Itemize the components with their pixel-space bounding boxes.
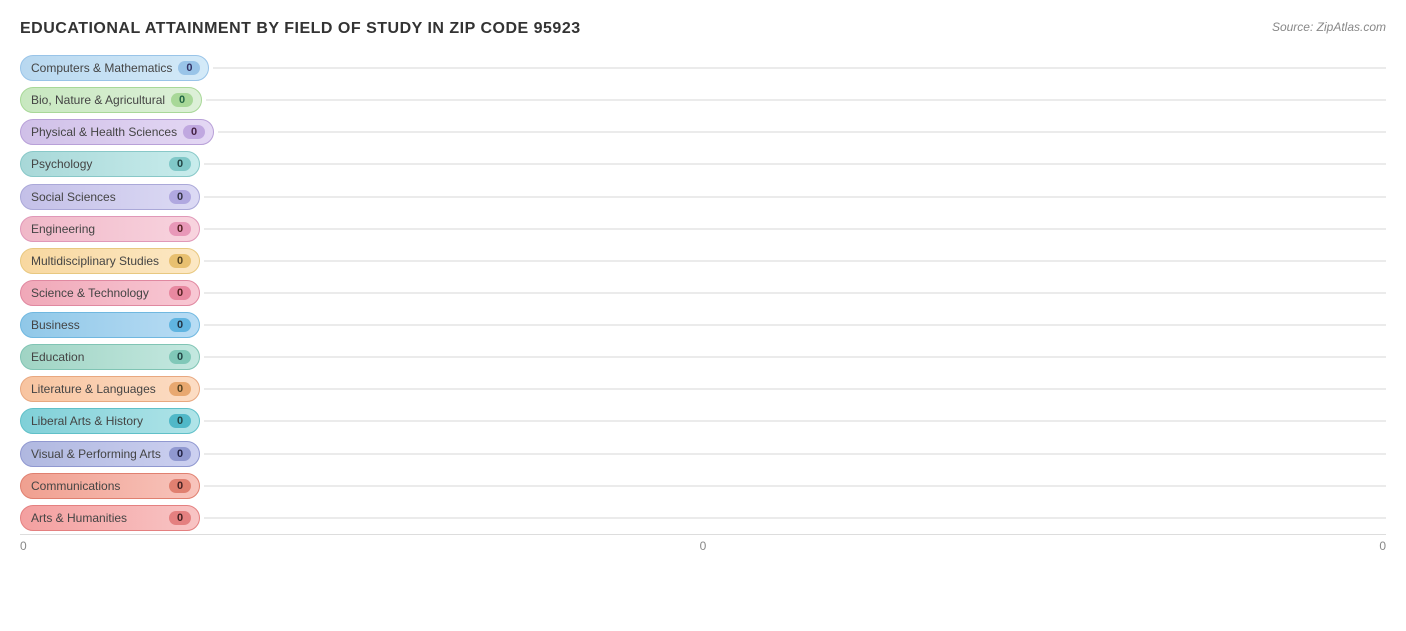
bar-label-text: Psychology: [31, 157, 163, 171]
bar-value-badge: 0: [169, 479, 191, 493]
bar-label-pill: Engineering 0: [20, 216, 200, 242]
bar-label-pill: Communications 0: [20, 473, 200, 499]
bar-line: [204, 260, 1386, 262]
bar-label-text: Computers & Mathematics: [31, 61, 172, 75]
chart-container: EDUCATIONAL ATTAINMENT BY FIELD OF STUDY…: [0, 0, 1406, 631]
bar-value-badge: 0: [169, 318, 191, 332]
bar-value-badge: 0: [169, 190, 191, 204]
bar-label-text: Visual & Performing Arts: [31, 447, 163, 461]
bar-value-badge: 0: [169, 414, 191, 428]
bar-row: Computers & Mathematics 0: [20, 52, 1386, 84]
bar-row: Arts & Humanities 0: [20, 502, 1386, 534]
bar-label-pill: Literature & Languages 0: [20, 376, 200, 402]
bar-value-badge: 0: [169, 447, 191, 461]
bar-label-text: Liberal Arts & History: [31, 414, 163, 428]
bar-label-pill: Business 0: [20, 312, 200, 338]
bar-row: Liberal Arts & History 0: [20, 405, 1386, 437]
bar-row: Multidisciplinary Studies 0: [20, 245, 1386, 277]
bar-value-badge: 0: [183, 125, 205, 139]
bar-value-badge: 0: [171, 93, 193, 107]
bar-line: [204, 324, 1386, 326]
bar-value-badge: 0: [169, 222, 191, 236]
x-axis-row: 0 0 0: [20, 534, 1386, 553]
bar-label-pill: Social Sciences 0: [20, 184, 200, 210]
bar-label-pill: Education 0: [20, 344, 200, 370]
x-axis-label-1: 0: [700, 539, 707, 553]
bar-row: Engineering 0: [20, 213, 1386, 245]
bar-value-badge: 0: [169, 350, 191, 364]
bar-label-text: Literature & Languages: [31, 382, 163, 396]
bar-label-text: Science & Technology: [31, 286, 163, 300]
bar-row: Social Sciences 0: [20, 181, 1386, 213]
bar-label-text: Physical & Health Sciences: [31, 125, 177, 139]
bar-line: [218, 131, 1386, 133]
bar-label-pill: Liberal Arts & History 0: [20, 408, 200, 434]
bar-label-text: Social Sciences: [31, 190, 163, 204]
bar-line: [204, 292, 1386, 294]
bar-line: [204, 163, 1386, 165]
bar-label-pill: Computers & Mathematics 0: [20, 55, 209, 81]
chart-source: Source: ZipAtlas.com: [1272, 20, 1386, 34]
bar-value-badge: 0: [169, 254, 191, 268]
bar-line: [204, 517, 1386, 519]
bar-label-pill: Physical & Health Sciences 0: [20, 119, 214, 145]
bar-label-pill: Science & Technology 0: [20, 280, 200, 306]
chart-body: Computers & Mathematics0Bio, Nature & Ag…: [20, 52, 1386, 553]
bar-value-badge: 0: [169, 382, 191, 396]
bar-label-text: Engineering: [31, 222, 163, 236]
bar-row: Physical & Health Sciences 0: [20, 116, 1386, 148]
bar-label-pill: Arts & Humanities 0: [20, 505, 200, 531]
bar-label-pill: Bio, Nature & Agricultural 0: [20, 87, 202, 113]
bar-value-badge: 0: [178, 61, 200, 75]
rows-container: Computers & Mathematics0Bio, Nature & Ag…: [20, 52, 1386, 534]
chart-plot-area: Computers & Mathematics0Bio, Nature & Ag…: [20, 52, 1386, 553]
bar-line: [204, 388, 1386, 390]
bar-row: Science & Technology 0: [20, 277, 1386, 309]
bar-value-badge: 0: [169, 286, 191, 300]
bar-row: Literature & Languages 0: [20, 373, 1386, 405]
bar-row: Communications 0: [20, 470, 1386, 502]
x-axis-label-0: 0: [20, 539, 27, 553]
bar-row: Business 0: [20, 309, 1386, 341]
bar-value-badge: 0: [169, 157, 191, 171]
bar-label-text: Multidisciplinary Studies: [31, 254, 163, 268]
chart-header: EDUCATIONAL ATTAINMENT BY FIELD OF STUDY…: [20, 20, 1386, 38]
bar-line: [204, 420, 1386, 422]
bar-label-pill: Psychology 0: [20, 151, 200, 177]
bar-line: [204, 356, 1386, 358]
chart-title: EDUCATIONAL ATTAINMENT BY FIELD OF STUDY…: [20, 20, 581, 38]
bar-label-text: Business: [31, 318, 163, 332]
bar-label-pill: Multidisciplinary Studies 0: [20, 248, 200, 274]
bar-line: [204, 228, 1386, 230]
bar-label-text: Education: [31, 350, 163, 364]
x-axis-label-2: 0: [1379, 539, 1386, 553]
bar-line: [204, 485, 1386, 487]
bar-row: Education 0: [20, 341, 1386, 373]
bar-line: [204, 196, 1386, 198]
bar-label-text: Arts & Humanities: [31, 511, 163, 525]
bar-label-pill: Visual & Performing Arts 0: [20, 441, 200, 467]
bar-line: [213, 67, 1386, 69]
bar-label-text: Communications: [31, 479, 163, 493]
bar-value-badge: 0: [169, 511, 191, 525]
bar-row: Visual & Performing Arts 0: [20, 438, 1386, 470]
bar-row: Bio, Nature & Agricultural 0: [20, 84, 1386, 116]
bar-row: Psychology 0: [20, 148, 1386, 180]
bar-label-text: Bio, Nature & Agricultural: [31, 93, 165, 107]
bar-line: [204, 453, 1386, 455]
bar-line: [206, 99, 1386, 101]
